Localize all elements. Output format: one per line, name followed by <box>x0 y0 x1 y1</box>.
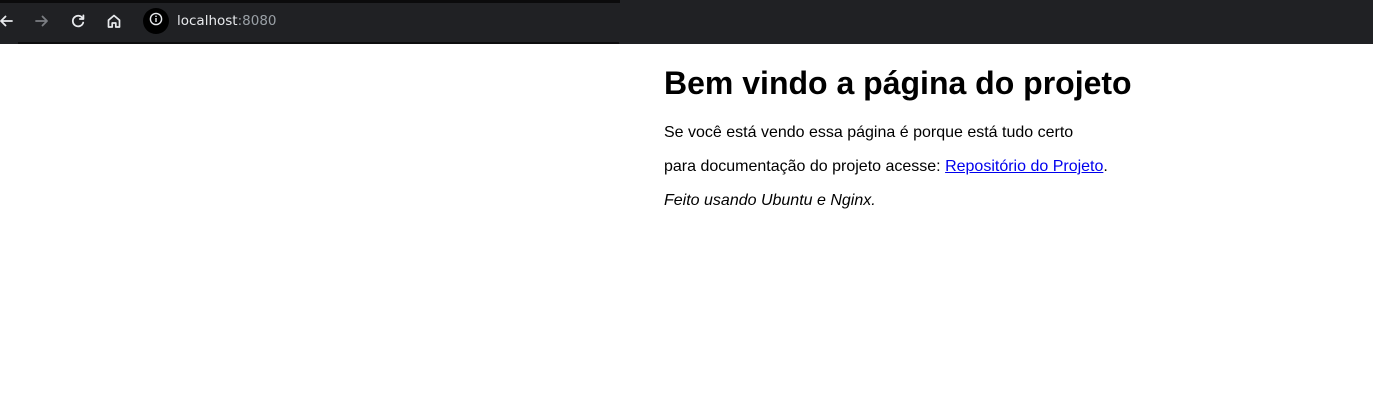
browser-toolbar: localhost:8080 <box>0 0 1373 44</box>
page-title: Bem vindo a página do projeto <box>664 65 1132 101</box>
url-text[interactable]: localhost:8080 <box>177 13 277 29</box>
back-button[interactable] <box>0 7 20 35</box>
reload-button[interactable] <box>64 7 92 35</box>
toolbar-top-divider <box>0 0 620 3</box>
documentation-suffix: . <box>1103 158 1108 175</box>
arrow-right-icon <box>34 13 50 29</box>
arrow-left-icon <box>0 13 14 29</box>
home-icon <box>106 13 122 29</box>
forward-button[interactable] <box>28 7 56 35</box>
footer-note: Feito usando Ubuntu e Nginx. <box>664 192 876 209</box>
toolbar-bottom-divider <box>18 42 619 44</box>
footer-note-line: Feito usando Ubuntu e Nginx. <box>664 184 1344 218</box>
address-bar[interactable]: localhost:8080 <box>143 8 613 34</box>
documentation-prefix: para documentação do projeto acesse: <box>664 158 946 175</box>
home-button[interactable] <box>100 7 128 35</box>
site-info-button[interactable] <box>143 8 169 34</box>
documentation-line: para documentação do projeto acesse: Rep… <box>664 150 1344 184</box>
url-host: localhost <box>177 13 238 29</box>
info-icon <box>149 12 163 31</box>
page-content: Bem vindo a página do projeto Se você es… <box>664 60 1344 218</box>
url-port: :8080 <box>237 13 277 29</box>
project-repository-link[interactable]: Repositório do Projeto <box>945 158 1103 175</box>
status-message: Se você está vendo essa página é porque … <box>664 124 1074 141</box>
reload-icon <box>70 13 86 29</box>
